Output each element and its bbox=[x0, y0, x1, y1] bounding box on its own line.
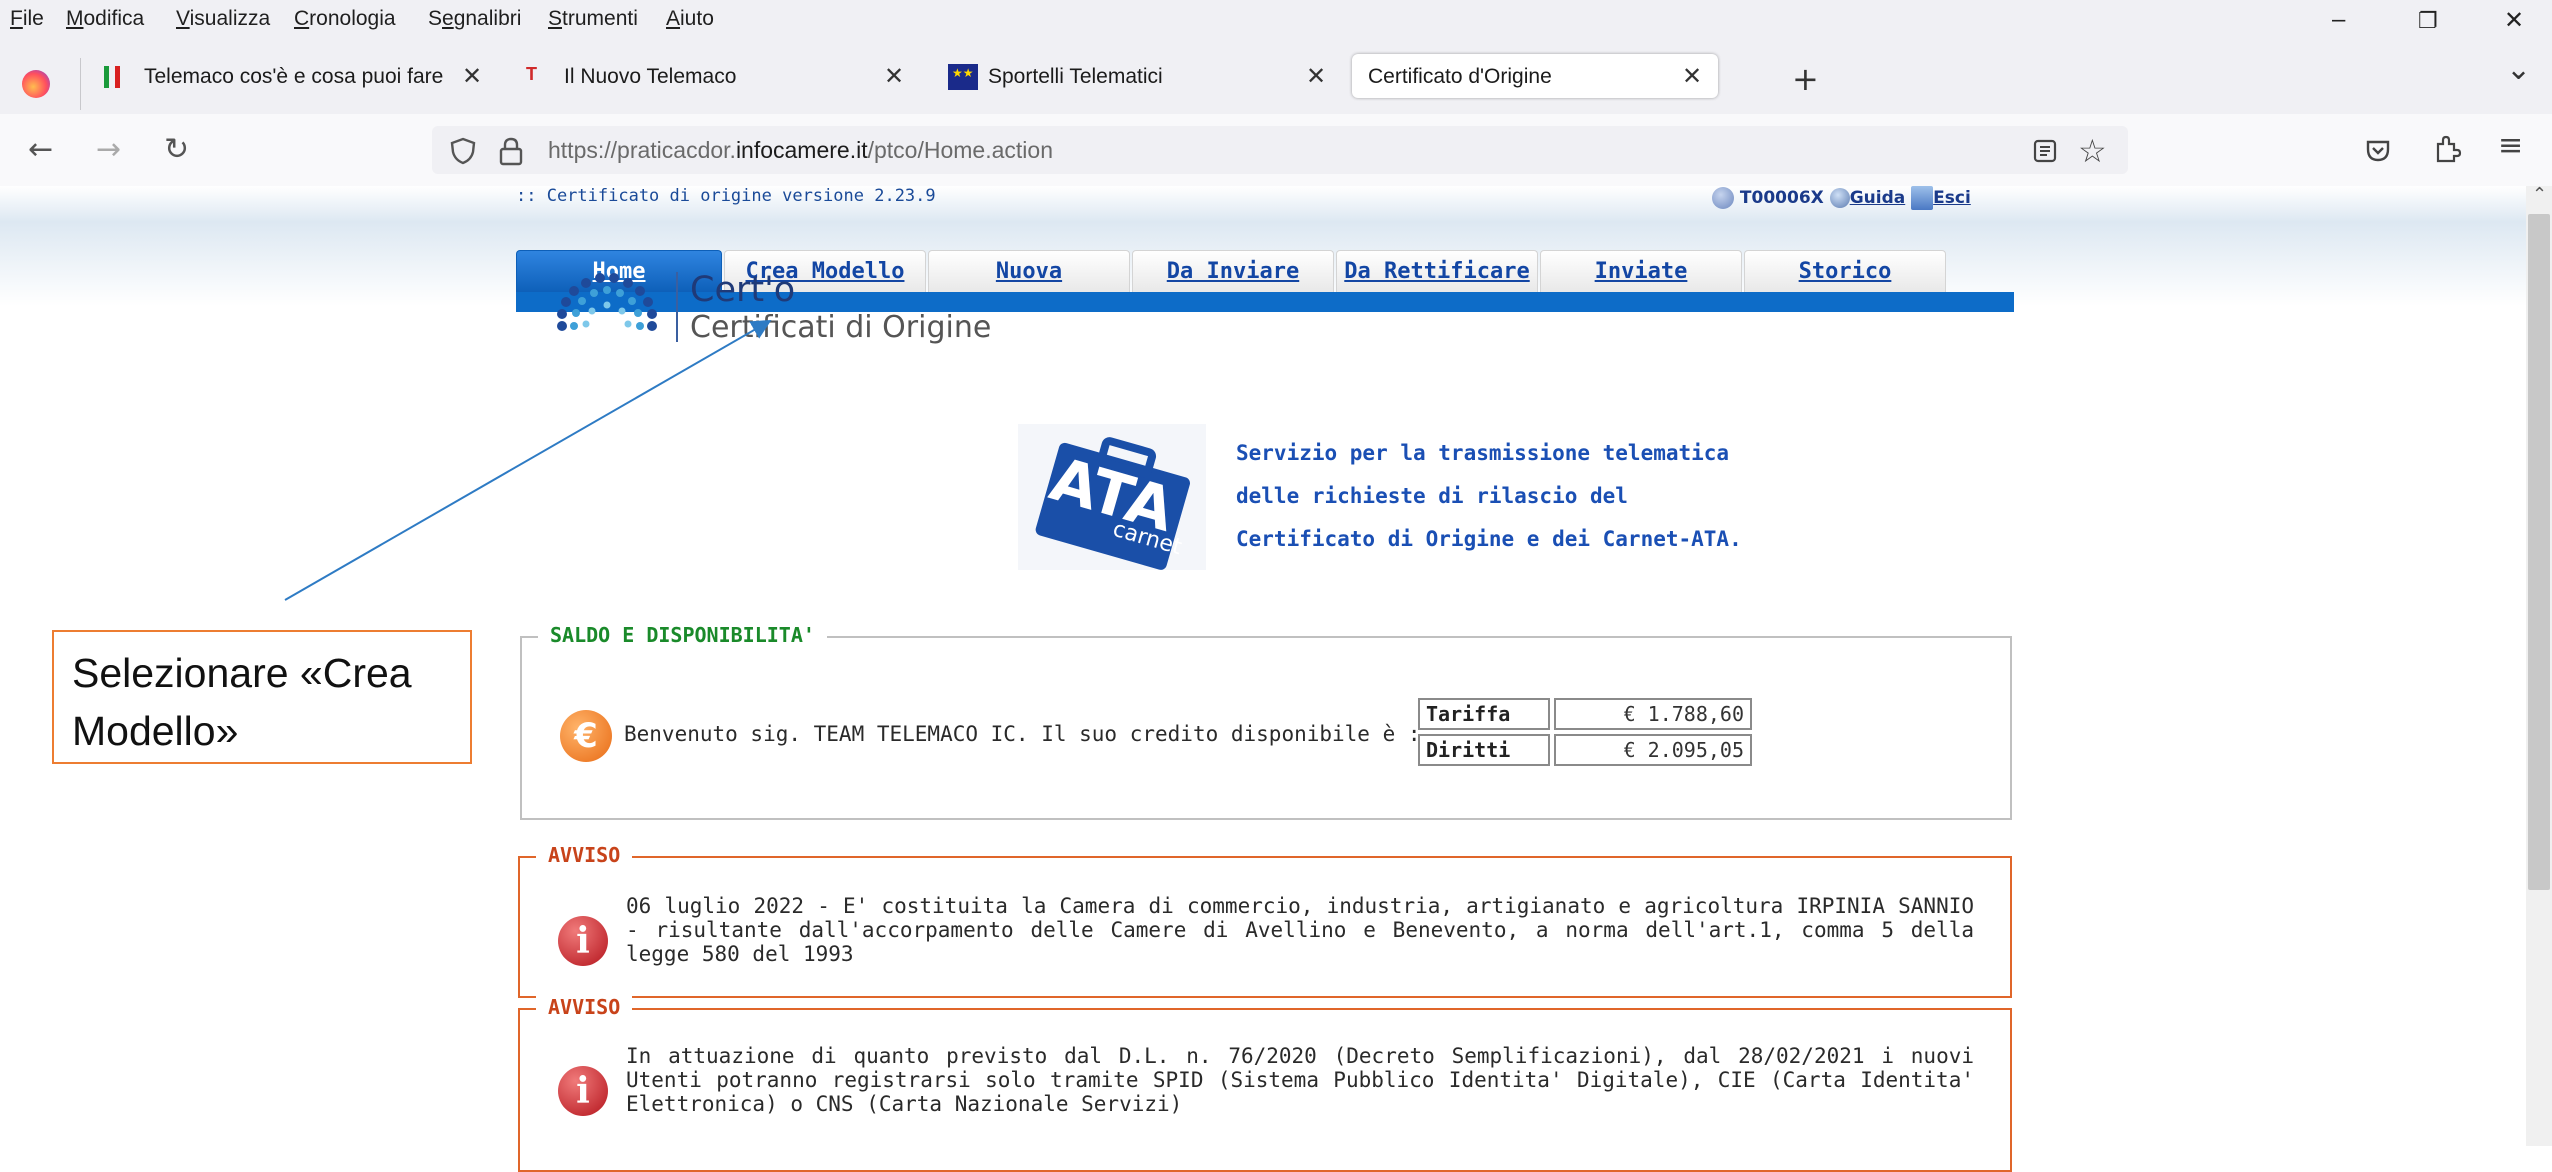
callout-line: Modello» bbox=[72, 708, 239, 754]
logo-divider bbox=[676, 272, 678, 342]
tab-certificato-origine[interactable]: Certificato d'Origine ✕ bbox=[1352, 54, 1718, 98]
tab-title: Certificato d'Origine bbox=[1368, 65, 1552, 88]
tab-da-rettificare[interactable]: Da Rettificare bbox=[1336, 250, 1538, 293]
menu-aiuto[interactable]: Aiuto bbox=[666, 7, 714, 31]
shield-icon[interactable] bbox=[448, 136, 478, 166]
credit-label: Tariffa bbox=[1418, 698, 1550, 730]
credit-label: Diritti bbox=[1418, 734, 1550, 766]
tab-title: Il Nuovo Telemaco bbox=[564, 65, 737, 88]
service-line: Certificato di Origine e dei Carnet-ATA. bbox=[1236, 527, 1742, 551]
euro-coin-icon: € bbox=[560, 710, 612, 762]
version-label: :: Certificato di origine versione 2.23.… bbox=[516, 186, 936, 206]
url-bar[interactable]: https://praticacdor.infocamere.it/ptco/H… bbox=[432, 126, 2128, 174]
certo-logo-subtitle: Certificati di Origine bbox=[690, 310, 992, 345]
tab-close-icon[interactable]: ✕ bbox=[462, 62, 482, 91]
help-icon[interactable] bbox=[1829, 188, 1850, 208]
service-line: Servizio per la trasmissione telematica bbox=[1236, 441, 1730, 465]
annotation-callout: Selezionare «Crea Modello» bbox=[52, 630, 472, 764]
tab-nuovo-telemaco[interactable]: T Il Nuovo Telemaco ✕ bbox=[520, 54, 910, 98]
tab-close-icon[interactable]: ✕ bbox=[1682, 62, 1702, 91]
certo-logo-icon bbox=[557, 273, 657, 331]
telemaco-icon: T bbox=[526, 64, 537, 84]
credit-value: € 2.095,05 bbox=[1554, 734, 1752, 766]
menu-file[interactable]: File bbox=[10, 7, 44, 31]
scrollbar-thumb[interactable] bbox=[2528, 214, 2550, 890]
tab-nuova[interactable]: Nuova bbox=[928, 250, 1130, 293]
menu-segnalibri[interactable]: Segnalibri bbox=[428, 7, 521, 31]
extensions-icon[interactable] bbox=[2432, 134, 2462, 164]
service-line: delle richieste di rilascio del bbox=[1236, 484, 1628, 508]
reader-view-icon[interactable] bbox=[2032, 138, 2058, 164]
tab-da-inviare[interactable]: Da Inviare bbox=[1132, 250, 1334, 293]
forward-button[interactable]: → bbox=[96, 132, 121, 167]
menu-bar: File Modifica Visualizza Cronologia Segn… bbox=[0, 0, 2552, 40]
tab-telemaco-info[interactable]: Telemaco cos'è e cosa puoi fare ✕ bbox=[96, 54, 484, 98]
close-window-button[interactable]: ✕ bbox=[2504, 6, 2524, 35]
restore-button[interactable]: ❐ bbox=[2418, 8, 2438, 34]
avviso-legend: AVVISO bbox=[536, 995, 633, 1019]
credit-row: Diritti € 2.095,05 bbox=[1418, 734, 1752, 766]
tab-inviate[interactable]: Inviate bbox=[1540, 250, 1742, 293]
pocket-icon[interactable] bbox=[2364, 136, 2392, 164]
callout-line: Selezionare «Crea bbox=[72, 650, 412, 696]
user-icon bbox=[1712, 187, 1734, 209]
scroll-up-icon[interactable]: ⌃ bbox=[2532, 184, 2547, 205]
avviso-panel: AVVISO i In attuazione di quanto previst… bbox=[518, 995, 2012, 1172]
url-text[interactable]: https://praticacdor.infocamere.it/ptco/H… bbox=[548, 137, 1053, 164]
hamburger-menu-icon[interactable]: ≡ bbox=[2498, 128, 2523, 163]
reload-button[interactable]: ↻ bbox=[164, 132, 189, 167]
tab-divider bbox=[80, 58, 81, 110]
flag-icon bbox=[104, 66, 120, 88]
tab-bar: Telemaco cos'è e cosa puoi fare ✕ T Il N… bbox=[0, 40, 2552, 114]
eu-flag-icon: ★★ bbox=[948, 64, 978, 90]
tab-storico[interactable]: Storico bbox=[1744, 250, 1946, 293]
back-button[interactable]: ← bbox=[28, 132, 53, 167]
avviso-panel: AVVISO i 06 luglio 2022 - E' costituita … bbox=[518, 843, 2012, 998]
tab-sportelli-telematici[interactable]: ★★ Sportelli Telematici ✕ bbox=[944, 54, 1334, 98]
avviso-text: In attuazione di quanto previsto dal D.L… bbox=[626, 1044, 1974, 1116]
tab-title: Sportelli Telematici bbox=[988, 65, 1163, 88]
new-tab-button[interactable]: + bbox=[1792, 60, 1819, 98]
menu-visualizza[interactable]: Visualizza bbox=[176, 7, 270, 31]
menu-cronologia[interactable]: Cronologia bbox=[294, 7, 396, 31]
credit-table: Tariffa € 1.788,60 Diritti € 2.095,05 bbox=[1414, 694, 1756, 770]
navigation-bar: ← → ↻ https://praticacdor.infocamere.it/… bbox=[0, 114, 2552, 187]
tab-close-icon[interactable]: ✕ bbox=[1306, 62, 1326, 91]
ata-carnet-logo: ATA carnet bbox=[1018, 424, 1206, 570]
exit-icon[interactable] bbox=[1911, 186, 1934, 210]
saldo-legend: SALDO E DISPONIBILITA' bbox=[538, 623, 827, 647]
tab-close-icon[interactable]: ✕ bbox=[884, 62, 904, 91]
user-code: T00006X bbox=[1739, 188, 1824, 208]
service-description: Servizio per la trasmissione telematica … bbox=[1236, 432, 1742, 561]
credit-value: € 1.788,60 bbox=[1554, 698, 1752, 730]
menu-modifica[interactable]: Modifica bbox=[66, 7, 144, 31]
info-icon: i bbox=[558, 1066, 608, 1116]
lock-icon[interactable] bbox=[498, 136, 524, 166]
user-bar: T00006X Guida Esci bbox=[1712, 186, 1971, 210]
avviso-legend: AVVISO bbox=[536, 843, 633, 867]
avviso-text: 06 luglio 2022 - E' costituita la Camera… bbox=[626, 894, 1974, 966]
esci-link[interactable]: Esci bbox=[1933, 188, 1971, 208]
saldo-panel: SALDO E DISPONIBILITA' € Benvenuto sig. … bbox=[520, 623, 2012, 820]
certo-logo-name: Cert'o bbox=[690, 270, 796, 310]
info-icon: i bbox=[558, 916, 608, 966]
guida-link[interactable]: Guida bbox=[1850, 188, 1906, 208]
tab-list-button[interactable]: ⌄ bbox=[2506, 52, 2531, 87]
credit-row: Tariffa € 1.788,60 bbox=[1418, 698, 1752, 730]
bookmark-star-icon[interactable]: ☆ bbox=[2078, 132, 2107, 170]
welcome-text: Benvenuto sig. TEAM TELEMACO IC. Il suo … bbox=[624, 722, 1421, 746]
minimize-button[interactable]: – bbox=[2332, 6, 2345, 34]
menu-strumenti[interactable]: Strumenti bbox=[548, 7, 638, 31]
firefox-icon[interactable] bbox=[22, 70, 50, 98]
tab-title: Telemaco cos'è e cosa puoi fare bbox=[144, 65, 444, 88]
